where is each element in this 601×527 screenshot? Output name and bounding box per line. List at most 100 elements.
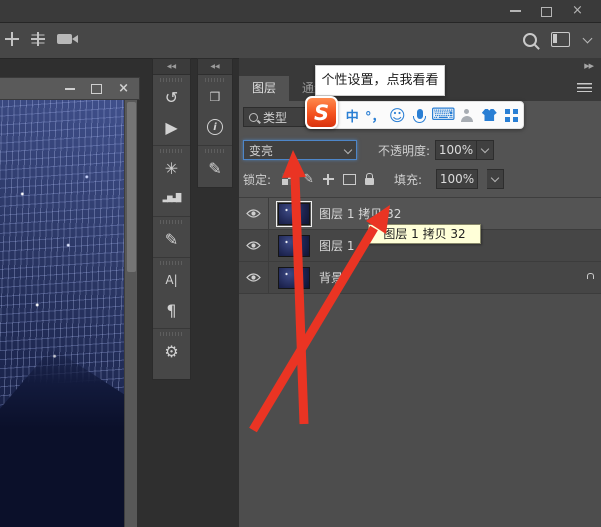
account-icon[interactable]: [456, 108, 479, 122]
lock-pixels-icon[interactable]: ✎: [303, 173, 314, 186]
histogram-glyph: ▂▅▃▇: [162, 193, 182, 203]
person-glyph: [460, 108, 473, 122]
actions-panel-icon[interactable]: ▶: [153, 112, 190, 142]
filter-type-label: 类型: [263, 110, 288, 125]
close-button[interactable]: ×: [562, 0, 593, 21]
search-icon[interactable]: [523, 32, 537, 47]
panel-menu-icon[interactable]: [577, 83, 592, 92]
minimize-button[interactable]: [500, 0, 531, 21]
scrollbar-thumb[interactable]: [127, 102, 136, 272]
layer-name[interactable]: 图层 1 拷贝 32: [319, 205, 401, 222]
fill-label: 填充:: [393, 172, 422, 187]
histogram-panel-icon[interactable]: ▂▅▃▇: [153, 183, 190, 213]
doc-maximize-icon: [91, 83, 103, 94]
styles-panel-icon[interactable]: ✳: [153, 153, 190, 183]
info-icon: i: [207, 119, 223, 135]
info-panel-icon[interactable]: i: [198, 112, 232, 142]
eye-icon: [246, 241, 261, 250]
punctuation-icon[interactable]: °，: [364, 106, 387, 125]
fill-dropdown-button[interactable]: [487, 169, 504, 189]
collapse-panels-icon[interactable]: ◀◀: [153, 59, 190, 75]
toolbox-grid-icon[interactable]: [501, 108, 524, 122]
layers-panel-content: 类型 变亮 不透明度: 100% 锁定: ✎ 填充: 100% 图层 1 拷贝 …: [239, 107, 601, 527]
chinese-mode-icon[interactable]: 中: [341, 106, 364, 125]
fill-value[interactable]: 100%: [436, 169, 478, 189]
shirt-glyph: [481, 109, 497, 121]
filter-search-icon: [249, 112, 258, 122]
photoshop-window: × × ◀◀ ↺ ▶ ✳ ▂▅▃▇ ✎ A| ¶ ⚙ ◀◀ ❒ i ✎ ▶▶ 图…: [0, 0, 601, 527]
canvas-mountain-silhouette: [0, 347, 124, 527]
layer-list: 图层 1 拷贝 32 图层 1 背景: [239, 197, 601, 294]
doc-close-button[interactable]: ×: [118, 82, 129, 95]
visibility-toggle[interactable]: [246, 262, 269, 293]
opacity-dropdown-button[interactable]: [477, 140, 495, 160]
sogou-logo-icon[interactable]: S: [305, 96, 338, 129]
close-icon: ×: [572, 3, 583, 18]
layer-name[interactable]: 背景: [319, 269, 343, 286]
app-titlebar: ×: [0, 0, 601, 23]
layers-panel-empty-area: [239, 294, 601, 527]
layer-row-background[interactable]: 背景: [239, 262, 601, 294]
strip-separator: [153, 145, 190, 146]
microphone-icon[interactable]: [409, 108, 432, 123]
layer-name-tooltip: 图层 1 拷贝 32: [368, 224, 481, 244]
strip-separator: [153, 257, 190, 258]
lock-buttons: ✎: [282, 173, 374, 186]
lock-position-icon[interactable]: [322, 173, 334, 185]
video-camera-icon[interactable]: [57, 34, 78, 44]
restore-button[interactable]: [531, 0, 562, 21]
options-bar: [0, 23, 601, 59]
window-controls: ×: [500, 0, 593, 21]
brush-settings-panel-icon[interactable]: ✎: [153, 224, 190, 254]
blend-mode-dropdown[interactable]: 变亮: [243, 140, 357, 160]
canvas-image[interactable]: [0, 100, 124, 527]
ime-promo-tooltip[interactable]: 个性设置，点我看看: [315, 65, 445, 96]
lock-label: 锁定:: [243, 172, 272, 187]
layer-thumbnail[interactable]: [278, 266, 310, 289]
transform-3d-icon[interactable]: [31, 32, 45, 46]
character-panel-icon[interactable]: A|: [153, 265, 190, 295]
opacity-value[interactable]: 100%: [435, 140, 478, 160]
brush-presets-panel-icon[interactable]: ✎: [198, 153, 232, 183]
grid-glyph: [505, 108, 519, 122]
blend-mode-value: 变亮: [249, 143, 274, 158]
eye-icon: [246, 209, 261, 218]
restore-icon: [541, 3, 555, 17]
move-3d-icon[interactable]: [5, 32, 19, 46]
skin-icon[interactable]: [478, 109, 501, 121]
chevron-down-icon: [343, 145, 353, 155]
strip-separator: [153, 216, 190, 217]
panel-strip-right: ◀◀ ❒ i ✎: [197, 58, 233, 188]
blend-row: 变亮 不透明度: 100%: [243, 140, 597, 160]
doc-minimize-icon: [65, 87, 76, 90]
visibility-toggle[interactable]: [246, 198, 269, 229]
lock-all-icon[interactable]: [364, 173, 374, 185]
layer-name[interactable]: 图层 1: [319, 237, 354, 254]
paragraph-panel-icon[interactable]: ¶: [153, 295, 190, 325]
document-titlebar[interactable]: ×: [0, 77, 140, 100]
history-panel-icon[interactable]: ↺: [153, 82, 190, 112]
mic-glyph: [413, 108, 427, 123]
layer-comps-panel-icon[interactable]: ❒: [198, 82, 232, 112]
keyboard-icon[interactable]: ⌨: [431, 105, 456, 125]
doc-minimize-button[interactable]: [65, 87, 76, 90]
layer-thumbnail[interactable]: [276, 200, 312, 227]
lock-artboard-icon[interactable]: [342, 173, 356, 185]
vertical-scrollbar[interactable]: [124, 100, 137, 527]
visibility-toggle[interactable]: [246, 230, 269, 261]
layer-thumbnail[interactable]: [278, 234, 310, 257]
eye-icon: [246, 273, 261, 282]
workspace-icon[interactable]: [551, 32, 570, 47]
chevron-down-icon[interactable]: [582, 33, 593, 43]
doc-maximize-button[interactable]: [91, 83, 103, 94]
strip-separator: [153, 328, 190, 329]
chevron-down-icon: [490, 173, 500, 183]
share-panel-icon[interactable]: ⚙: [153, 336, 190, 366]
panel-strip-left: ◀◀ ↺ ▶ ✳ ▂▅▃▇ ✎ A| ¶ ⚙: [152, 58, 191, 380]
chevron-down-icon: [480, 144, 490, 154]
tab-layers[interactable]: 图层: [239, 76, 290, 101]
collapse-panels-icon[interactable]: ◀◀: [198, 59, 232, 75]
emoji-icon[interactable]: ☺: [386, 106, 409, 125]
lock-transparency-icon[interactable]: [282, 173, 295, 185]
strip-separator: [198, 145, 232, 146]
